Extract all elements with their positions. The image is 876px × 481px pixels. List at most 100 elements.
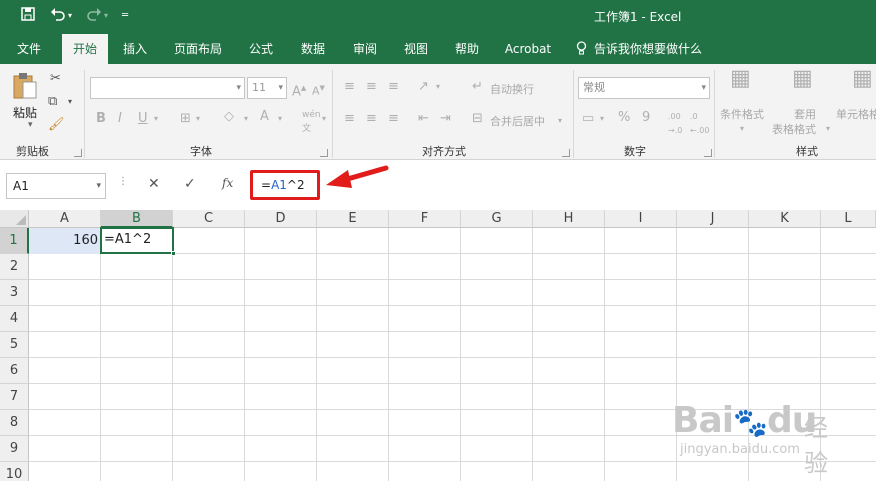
underline-button[interactable]: U bbox=[138, 112, 148, 126]
decrease-font-icon[interactable]: A▼ bbox=[312, 81, 325, 99]
font-launcher-icon[interactable] bbox=[320, 149, 328, 157]
conditional-format-icon[interactable]: ▦ bbox=[730, 68, 751, 90]
tab-help[interactable]: 帮助 bbox=[446, 34, 488, 64]
font-size-combo[interactable]: 11 ▾ bbox=[247, 77, 287, 99]
copy-dropdown-icon[interactable]: ▾ bbox=[68, 95, 72, 109]
italic-button[interactable]: I bbox=[118, 112, 122, 126]
row-header-9[interactable]: 9 bbox=[0, 436, 29, 462]
column-header-l[interactable]: L bbox=[821, 210, 876, 228]
orientation-dropdown-icon[interactable]: ▾ bbox=[436, 80, 440, 94]
row-header-1[interactable]: 1 bbox=[0, 228, 29, 254]
tab-page-layout[interactable]: 页面布局 bbox=[166, 34, 230, 64]
formula-input[interactable]: =A1^2 bbox=[250, 170, 320, 200]
tab-insert[interactable]: 插入 bbox=[114, 34, 156, 64]
increase-font-icon[interactable]: A▲ bbox=[292, 81, 306, 99]
conditional-format-button[interactable]: 条件格式 bbox=[720, 106, 764, 122]
column-header-k[interactable]: K bbox=[749, 210, 821, 228]
name-box[interactable]: A1 ▾ bbox=[6, 173, 106, 199]
underline-dropdown-icon[interactable]: ▾ bbox=[154, 112, 158, 126]
tell-me-search[interactable]: 告诉我你想要做什么 bbox=[576, 34, 712, 64]
wrap-text-icon[interactable]: ↵ bbox=[472, 80, 483, 94]
column-header-i[interactable]: I bbox=[605, 210, 677, 228]
column-header-g[interactable]: G bbox=[461, 210, 533, 228]
column-header-f[interactable]: F bbox=[389, 210, 461, 228]
border-icon[interactable]: ⊞ bbox=[180, 112, 191, 126]
enter-button[interactable]: ✓ bbox=[184, 176, 196, 192]
alignment-launcher-icon[interactable] bbox=[562, 149, 570, 157]
increase-indent-icon[interactable]: ⇥ bbox=[440, 112, 451, 126]
wrap-text-button[interactable]: 自动换行 bbox=[490, 81, 534, 97]
save-icon[interactable] bbox=[20, 6, 36, 28]
column-header-d[interactable]: D bbox=[245, 210, 317, 228]
tab-view[interactable]: 视图 bbox=[395, 34, 437, 64]
redo-dropdown-icon[interactable]: ▾ bbox=[104, 6, 108, 26]
align-middle-icon[interactable]: ≡ bbox=[366, 80, 377, 94]
customize-toolbar-icon[interactable]: ═ bbox=[122, 6, 128, 26]
comma-button[interactable]: 9 bbox=[642, 111, 650, 125]
fill-dropdown-icon[interactable]: ▾ bbox=[244, 112, 248, 126]
tab-data[interactable]: 数据 bbox=[292, 34, 334, 64]
clipboard-launcher-icon[interactable] bbox=[74, 149, 82, 157]
cut-icon[interactable]: ✂ bbox=[50, 72, 61, 86]
merge-center-icon[interactable]: ⊟ bbox=[472, 112, 483, 126]
accounting-format-icon[interactable]: ▭ bbox=[582, 112, 594, 126]
table-format-dropdown-icon[interactable]: ▾ bbox=[826, 122, 830, 136]
phonetic-icon[interactable]: wén 文 bbox=[302, 108, 321, 136]
percent-button[interactable]: % bbox=[618, 111, 630, 125]
insert-function-button[interactable]: fx bbox=[222, 176, 233, 190]
tab-formulas[interactable]: 公式 bbox=[240, 34, 282, 64]
column-header-h[interactable]: H bbox=[533, 210, 605, 228]
row-header-7[interactable]: 7 bbox=[0, 384, 29, 410]
row-header-8[interactable]: 8 bbox=[0, 410, 29, 436]
row-header-2[interactable]: 2 bbox=[0, 254, 29, 280]
tab-acrobat[interactable]: Acrobat bbox=[500, 34, 556, 64]
cell-b1-active[interactable]: =A1^2 bbox=[100, 227, 174, 254]
tab-home[interactable]: 开始 bbox=[62, 34, 108, 64]
border-dropdown-icon[interactable]: ▾ bbox=[196, 112, 200, 126]
fill-handle[interactable] bbox=[171, 251, 176, 256]
align-right-icon[interactable]: ≡ bbox=[388, 112, 399, 126]
decrease-decimal-icon[interactable]: .0 ←.00 bbox=[690, 110, 709, 138]
bold-button[interactable]: B bbox=[96, 112, 106, 126]
column-header-b[interactable]: B bbox=[101, 210, 173, 228]
font-color-icon[interactable]: A bbox=[260, 110, 269, 124]
align-left-icon[interactable]: ≡ bbox=[344, 112, 355, 126]
accounting-dropdown-icon[interactable]: ▾ bbox=[600, 112, 604, 126]
column-header-c[interactable]: C bbox=[173, 210, 245, 228]
undo-dropdown-icon[interactable]: ▾ bbox=[68, 6, 72, 26]
decrease-indent-icon[interactable]: ⇤ bbox=[418, 112, 429, 126]
conditional-dropdown-icon[interactable]: ▾ bbox=[740, 122, 744, 136]
merge-dropdown-icon[interactable]: ▾ bbox=[558, 114, 562, 128]
font-name-combo[interactable]: ▾ bbox=[90, 77, 245, 99]
align-bottom-icon[interactable]: ≡ bbox=[388, 80, 399, 94]
row-header-6[interactable]: 6 bbox=[0, 358, 29, 384]
tab-review[interactable]: 审阅 bbox=[344, 34, 386, 64]
format-as-table-button[interactable]: 套用 bbox=[794, 106, 816, 122]
copy-icon[interactable]: ⧉ bbox=[48, 95, 57, 109]
increase-decimal-icon[interactable]: .00 →.0 bbox=[668, 110, 682, 138]
column-header-a[interactable]: A bbox=[29, 210, 101, 228]
format-as-table-icon[interactable]: ▦ bbox=[792, 68, 813, 90]
font-color-dropdown-icon[interactable]: ▾ bbox=[278, 112, 282, 126]
merge-center-button[interactable]: 合并后居中 bbox=[490, 113, 545, 129]
select-all-button[interactable] bbox=[0, 210, 29, 228]
paste-label[interactable]: 粘贴 bbox=[13, 104, 37, 121]
number-format-combo[interactable]: 常规 ▾ bbox=[578, 77, 710, 99]
paste-dropdown-icon[interactable]: ▾ bbox=[28, 120, 33, 130]
undo-icon[interactable] bbox=[50, 6, 66, 28]
align-top-icon[interactable]: ≡ bbox=[344, 80, 355, 94]
row-header-5[interactable]: 5 bbox=[0, 332, 29, 358]
cell-styles-icon[interactable]: ▦ bbox=[852, 68, 873, 90]
tab-file[interactable]: 文件 bbox=[8, 34, 50, 64]
row-header-10[interactable]: 10 bbox=[0, 462, 29, 481]
cancel-button[interactable]: ✕ bbox=[148, 176, 160, 192]
column-header-j[interactable]: J bbox=[677, 210, 749, 228]
phonetic-dropdown-icon[interactable]: ▾ bbox=[322, 112, 326, 126]
number-launcher-icon[interactable] bbox=[704, 149, 712, 157]
cell-styles-button[interactable]: 单元格格 bbox=[836, 106, 876, 122]
paste-icon[interactable] bbox=[12, 72, 38, 104]
fill-color-icon[interactable]: ◇ bbox=[224, 110, 234, 124]
align-center-icon[interactable]: ≡ bbox=[366, 112, 377, 126]
format-painter-icon[interactable]: 🖌 bbox=[48, 118, 65, 132]
redo-icon[interactable] bbox=[86, 6, 102, 28]
